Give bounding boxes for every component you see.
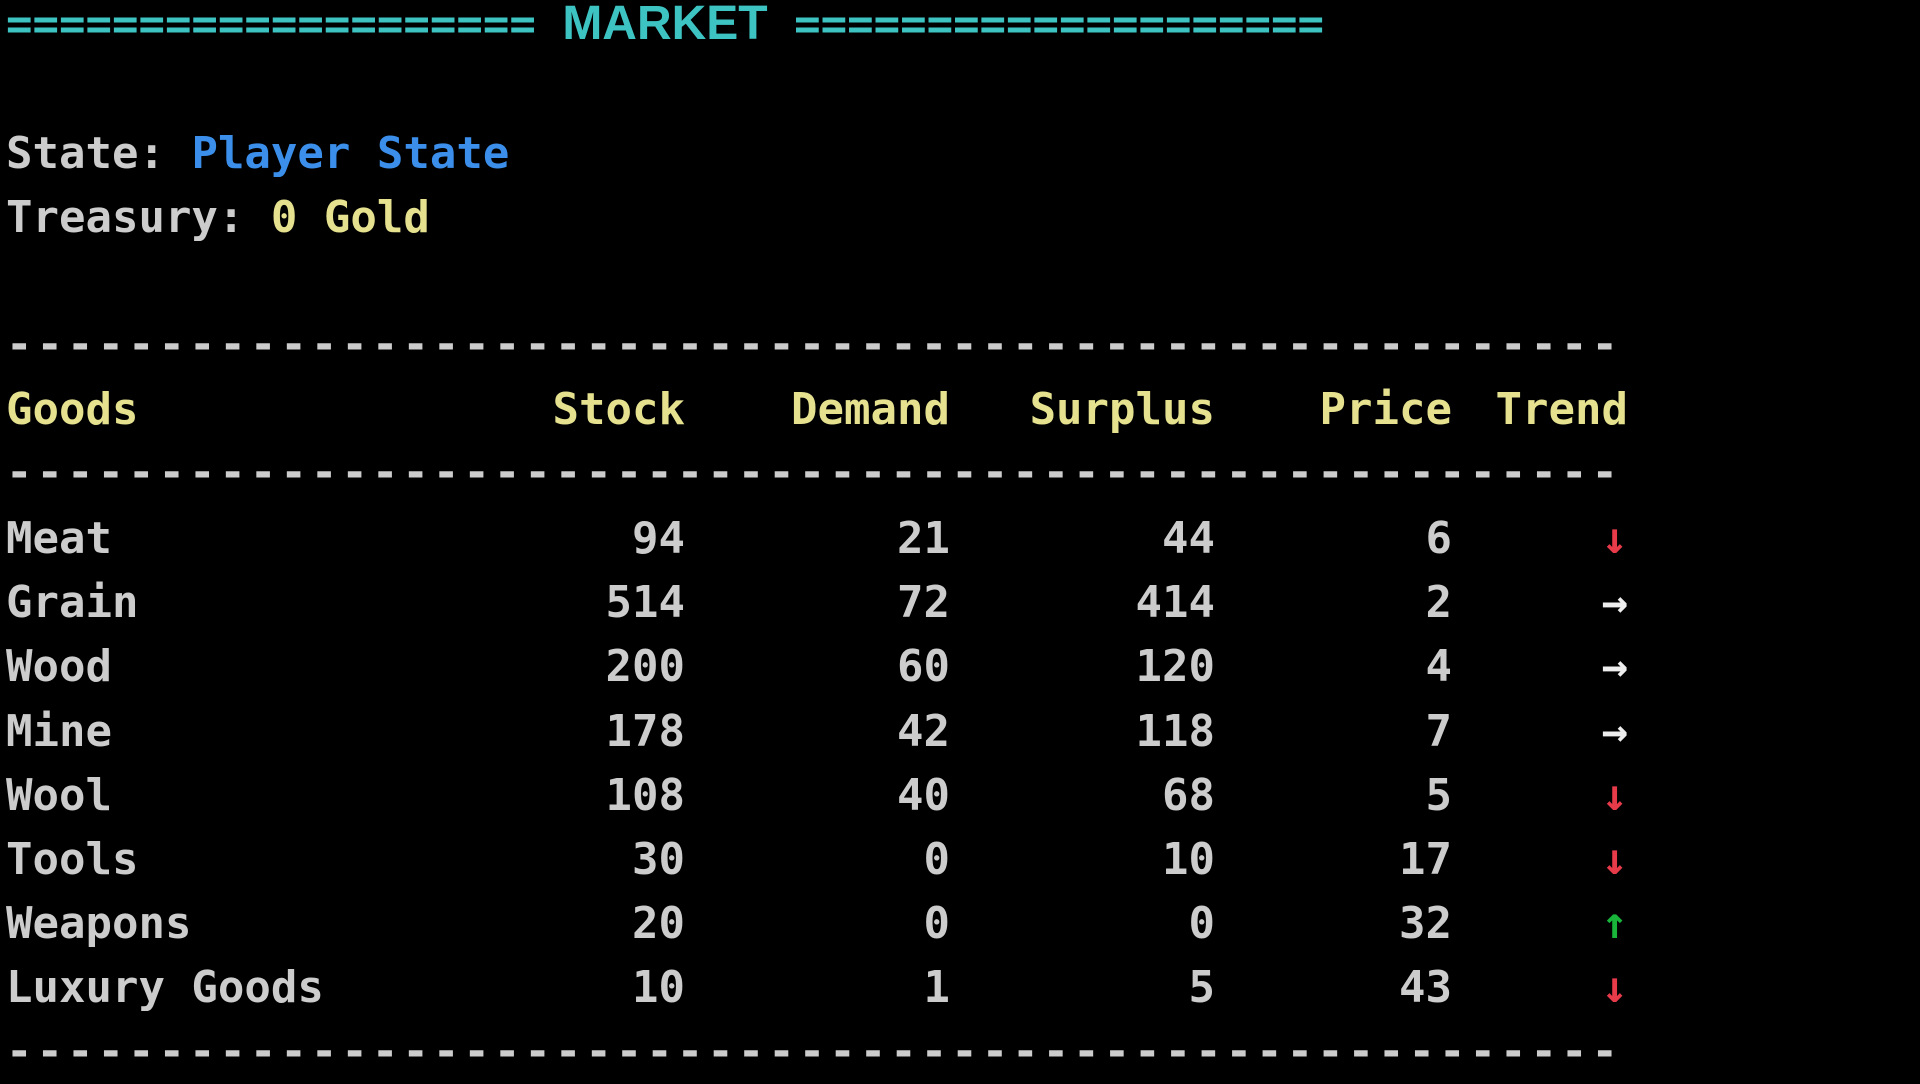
cell-goods: Luxury Goods	[6, 962, 324, 1014]
column-header-goods: Goods	[6, 384, 139, 435]
trend-down-arrow-icon: ↓	[1601, 513, 1629, 564]
cell-goods: Weapons	[6, 898, 192, 950]
cell-price: 43	[1399, 962, 1452, 1014]
trend-down-arrow-icon: ↓	[1601, 769, 1629, 821]
cell-demand: 40	[897, 769, 950, 821]
cell-stock: 30	[632, 834, 685, 885]
table-divider-header: ----------------------------------------…	[6, 447, 1622, 498]
table-header-row: Goods Stock Demand Surplus Price Trend	[0, 378, 1700, 442]
column-header-surplus: Surplus	[1029, 384, 1215, 435]
market-banner: ==================== MARKET ============…	[6, 0, 1324, 56]
cell-surplus: 10	[1162, 834, 1215, 885]
cell-demand: 60	[897, 641, 950, 693]
trend-down-arrow-icon: ↓	[1601, 834, 1629, 885]
terminal-window: ==================== MARKET ============…	[0, 0, 1920, 1080]
state-line: State: Player State	[6, 122, 509, 186]
banner-title: MARKET	[562, 0, 768, 50]
cell-demand: 1	[923, 962, 951, 1014]
cell-surplus: 0	[1188, 898, 1216, 950]
cell-stock: 10	[632, 962, 685, 1014]
cell-stock: 514	[605, 577, 685, 629]
state-value: Player State	[191, 128, 510, 179]
table-row: Wool 108 40 68 5 ↓	[0, 764, 1700, 828]
banner-left-rule: ====================	[6, 0, 536, 50]
cell-stock: 108	[605, 769, 685, 821]
trend-down-arrow-icon: ↓	[1601, 962, 1629, 1014]
table-row: Weapons 20 0 0 32 ↑	[0, 892, 1700, 956]
cell-goods: Mine	[6, 705, 112, 757]
column-header-stock: Stock	[552, 384, 685, 435]
cell-demand: 0	[923, 898, 951, 950]
table-row: Mine 178 42 118 7 →	[0, 700, 1700, 764]
cell-goods: Wood	[6, 641, 112, 693]
cell-stock: 178	[605, 705, 685, 757]
treasury-label: Treasury:	[6, 192, 245, 243]
cell-surplus: 414	[1135, 577, 1215, 629]
cell-surplus: 120	[1135, 641, 1215, 693]
banner-right-rule: ====================	[794, 0, 1324, 50]
cell-stock: 94	[632, 513, 685, 564]
treasury-value: 0 Gold	[270, 192, 430, 243]
cell-surplus: 5	[1188, 962, 1216, 1014]
column-header-price: Price	[1319, 384, 1452, 435]
table-divider-bottom: ----------------------------------------…	[6, 1026, 1622, 1077]
cell-goods: Grain	[6, 577, 139, 629]
cell-price: 6	[1425, 513, 1453, 564]
cell-goods: Meat	[6, 513, 112, 564]
trend-flat-arrow-icon: →	[1601, 577, 1629, 629]
table-row: Luxury Goods 10 1 5 43 ↓	[0, 956, 1700, 1020]
trend-up-arrow-icon: ↑	[1601, 898, 1629, 950]
cell-surplus: 68	[1162, 769, 1215, 821]
trend-flat-arrow-icon: →	[1601, 705, 1629, 757]
cell-surplus: 44	[1162, 513, 1215, 564]
cell-goods: Tools	[6, 834, 139, 885]
cell-price: 5	[1425, 769, 1453, 821]
cell-price: 7	[1425, 705, 1453, 757]
cell-stock: 20	[632, 898, 685, 950]
table-row: Wood 200 60 120 4 →	[0, 635, 1700, 699]
cell-surplus: 118	[1135, 705, 1215, 757]
cell-price: 4	[1425, 641, 1453, 693]
treasury-line: Treasury: 0 Gold	[6, 186, 430, 250]
column-header-trend: Trend	[1495, 384, 1628, 435]
cell-price: 17	[1399, 834, 1452, 885]
table-row: Grain 514 72 414 2 →	[0, 571, 1700, 635]
cell-demand: 21	[897, 513, 950, 564]
cell-demand: 42	[897, 705, 950, 757]
cell-stock: 200	[605, 641, 685, 693]
cell-price: 2	[1425, 577, 1453, 629]
cell-price: 32	[1399, 898, 1452, 950]
cell-demand: 72	[897, 577, 950, 629]
cell-goods: Wool	[6, 769, 112, 821]
table-row: Tools 30 0 10 17 ↓	[0, 828, 1700, 892]
table-row: Meat 94 21 44 6 ↓	[0, 507, 1700, 571]
column-header-demand: Demand	[791, 384, 950, 435]
cell-demand: 0	[923, 834, 951, 885]
state-label: State:	[6, 128, 165, 179]
trend-flat-arrow-icon: →	[1601, 641, 1629, 693]
table-divider-top: ----------------------------------------…	[6, 319, 1622, 370]
